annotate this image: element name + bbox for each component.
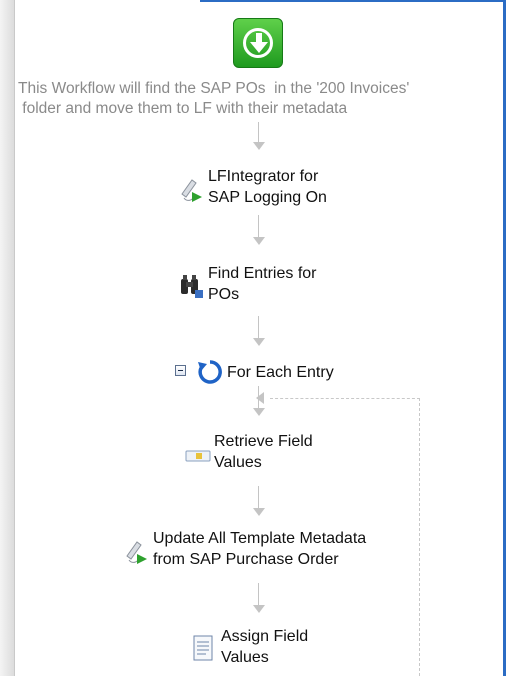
binoculars-icon — [178, 271, 204, 298]
loop-return-arrowhead — [256, 392, 264, 404]
activity-retrieve-field-values[interactable]: Retrieve Field Values — [184, 431, 313, 473]
loop-return-line — [270, 398, 420, 399]
activity-update-template-metadata[interactable]: Update All Template Metadata from SAP Pu… — [123, 528, 366, 570]
activity-label: For Each Entry — [227, 363, 334, 381]
connector-arrow — [252, 486, 266, 518]
sap-connector-icon — [123, 536, 149, 564]
activity-label: Find Entries for POs — [208, 265, 317, 303]
activity-for-each-entry[interactable]: For Each Entry — [197, 359, 334, 385]
connector-arrow — [252, 316, 266, 348]
connector-arrow — [252, 583, 266, 615]
workflow-description: This Workflow will find the SAP POs in t… — [18, 80, 410, 117]
download-arrow-icon — [250, 33, 268, 53]
left-frame-border — [0, 0, 15, 676]
activity-find-entries[interactable]: Find Entries for POs — [178, 263, 316, 305]
activity-assign-field-values[interactable]: Assign Field Values — [191, 626, 308, 668]
loop-arrow-icon — [197, 359, 223, 385]
field-retrieve-icon — [184, 439, 211, 465]
workflow-start-icon[interactable] — [233, 18, 283, 68]
loop-return-line — [419, 398, 420, 676]
top-frame-border — [200, 0, 506, 2]
activity-label: Update All Template Metadata from SAP Pu… — [153, 530, 367, 568]
activity-label: Retrieve Field Values — [214, 433, 313, 471]
activity-label: LFIntegrator for SAP Logging On — [208, 168, 327, 206]
connector-arrow — [252, 215, 266, 247]
document-icon — [191, 634, 217, 661]
workflow-designer-canvas: This Workflow will find the SAP POs in t… — [0, 0, 506, 676]
connector-arrow — [252, 122, 266, 152]
sap-connector-icon — [178, 174, 204, 202]
collapse-toggle-button[interactable] — [175, 365, 186, 376]
activity-label: Assign Field Values — [221, 628, 309, 666]
activity-sap-logon[interactable]: LFIntegrator for SAP Logging On — [178, 166, 327, 208]
